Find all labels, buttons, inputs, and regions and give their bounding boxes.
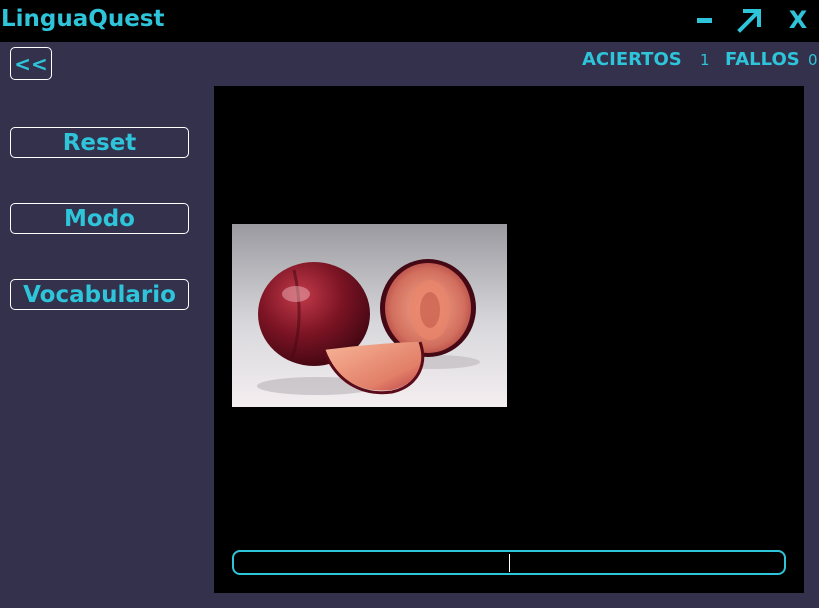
vocabulary-button[interactable]: Vocabulario [10,279,189,310]
hits-label: ACIERTOS [582,49,682,70]
maximize-arrow-icon [737,9,761,33]
reset-button[interactable]: Reset [10,127,189,158]
back-button[interactable]: << [10,47,52,80]
mode-button[interactable]: Modo [10,203,189,234]
close-button[interactable]: X [784,4,812,36]
quiz-panel [214,86,804,593]
close-icon: X [788,6,808,34]
maximize-button[interactable] [733,4,767,36]
plum-image [232,224,507,407]
hits-value: 1 [700,51,710,69]
answer-input[interactable] [232,550,786,575]
app-title: LinguaQuest [1,6,165,32]
misses-value: 0 [808,51,818,69]
minimize-button[interactable] [692,4,716,36]
misses-label: FALLOS [725,49,800,70]
title-bar: LinguaQuest X [0,0,819,42]
text-caret [509,554,510,572]
minimize-icon [696,17,712,23]
